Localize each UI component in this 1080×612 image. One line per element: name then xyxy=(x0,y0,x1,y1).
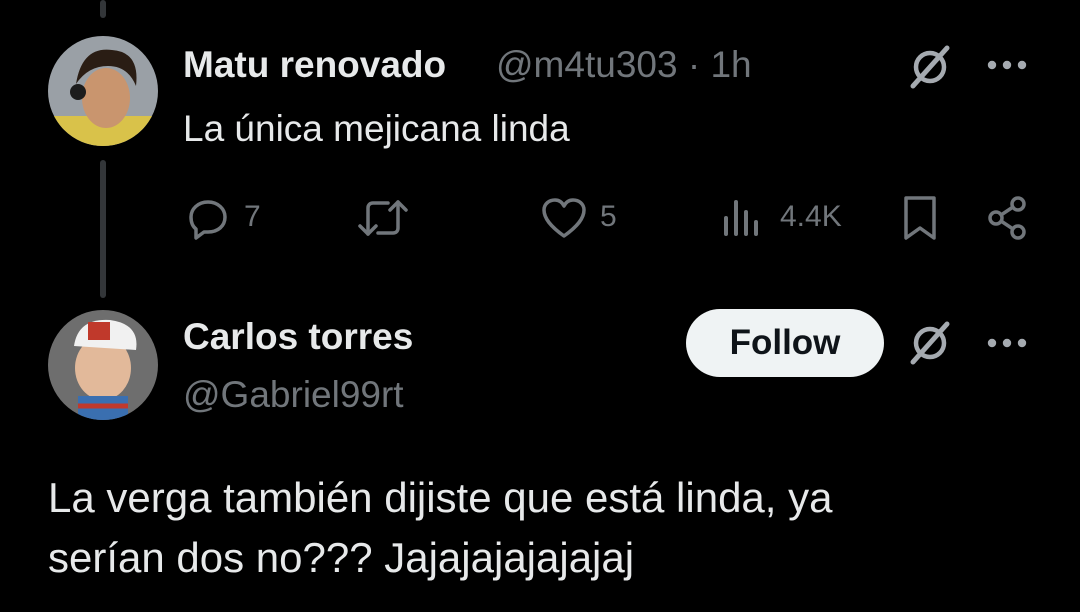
thread-line-bottom xyxy=(100,160,106,298)
reply-icon[interactable] xyxy=(186,196,230,240)
reply-text: La verga también dijiste que está linda,… xyxy=(48,468,1048,588)
more-icon[interactable] xyxy=(985,336,1029,350)
tweet-time[interactable]: 1h xyxy=(710,44,751,85)
author-handle[interactable]: @Gabriel99rt xyxy=(183,374,404,416)
follow-button[interactable]: Follow xyxy=(686,309,884,377)
share-icon[interactable] xyxy=(984,194,1030,242)
avatar[interactable] xyxy=(48,310,158,420)
more-icon[interactable] xyxy=(985,58,1029,72)
tweet-text: La única mejicana linda xyxy=(183,108,570,149)
reply-count: 7 xyxy=(244,200,261,233)
author-name[interactable]: Carlos torres xyxy=(183,316,413,358)
grok-icon[interactable] xyxy=(905,42,955,92)
retweet-icon[interactable] xyxy=(356,196,410,240)
handle-time: @m4tu303 · 1h xyxy=(496,44,752,86)
like-count: 5 xyxy=(600,200,617,233)
like-icon[interactable] xyxy=(540,196,588,240)
separator-dot: · xyxy=(687,44,701,85)
avatar[interactable] xyxy=(48,36,158,146)
author-name[interactable]: Matu renovado xyxy=(183,44,446,86)
views-count: 4.4K xyxy=(780,200,842,233)
grok-icon[interactable] xyxy=(905,318,955,368)
bookmark-icon[interactable] xyxy=(900,194,940,242)
reply-text-line: serían dos no??? Jajajajajajajaj xyxy=(48,534,635,581)
thread-line-top xyxy=(100,0,106,18)
views-icon[interactable] xyxy=(720,196,764,240)
author-handle[interactable]: @m4tu303 xyxy=(496,44,678,85)
reply-text-line: La verga también dijiste que está linda,… xyxy=(48,474,833,521)
